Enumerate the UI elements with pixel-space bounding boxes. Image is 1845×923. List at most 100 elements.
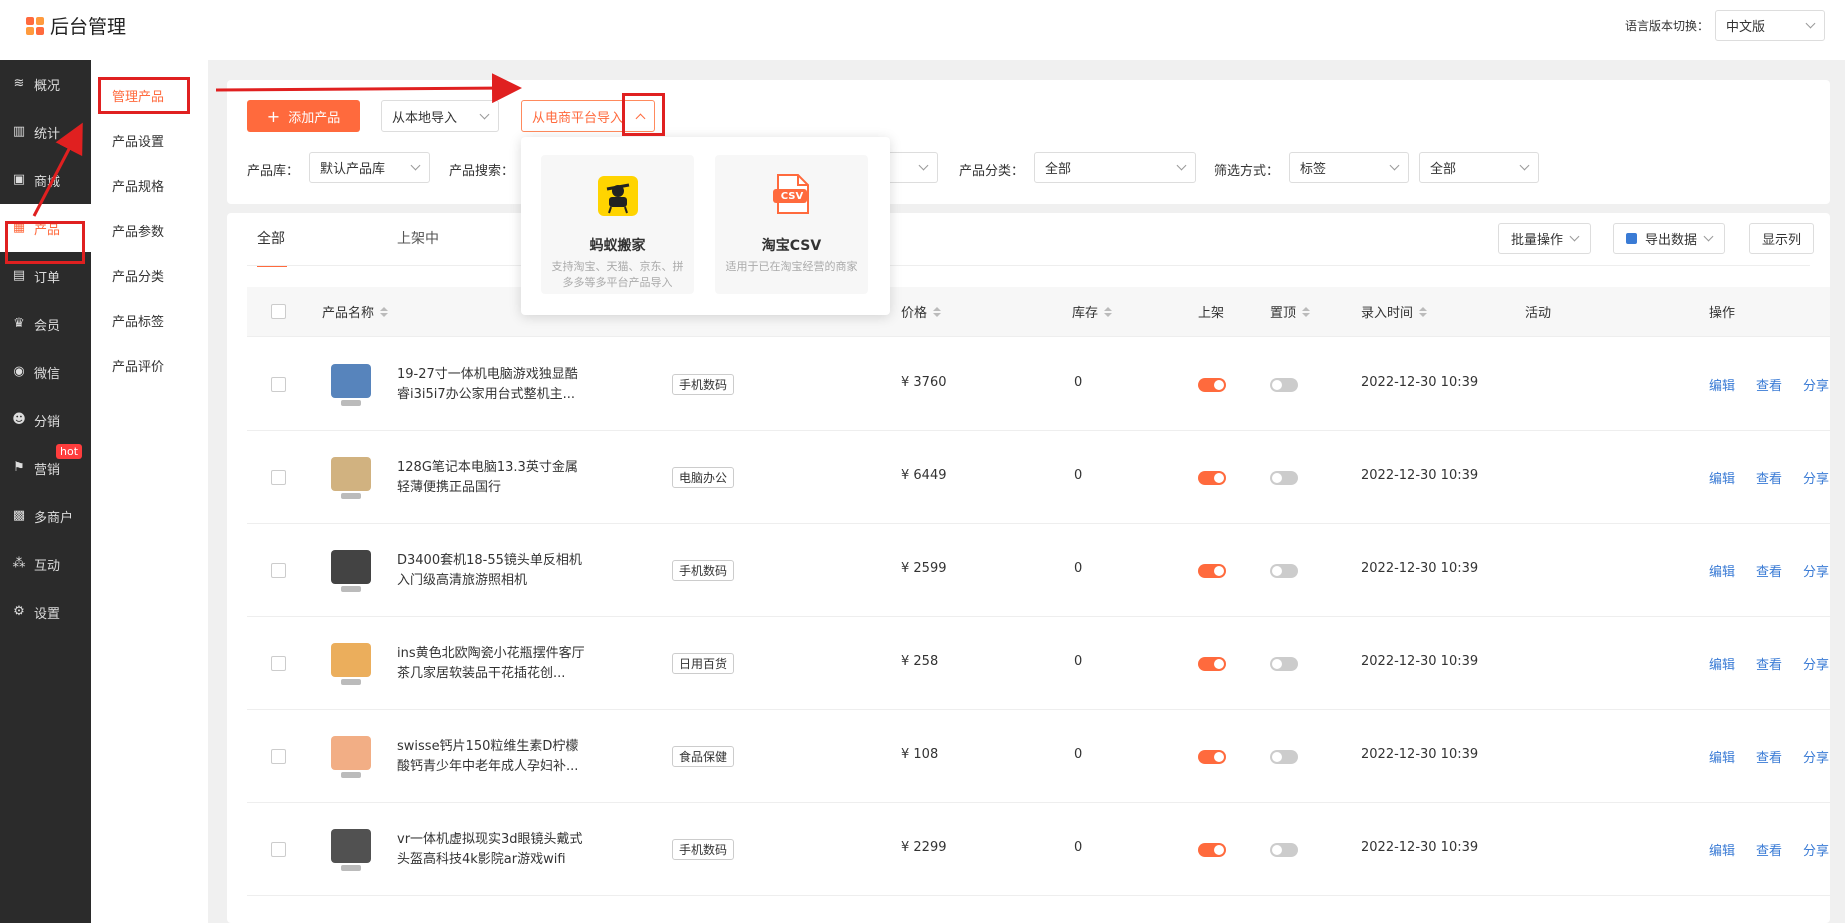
edit-link[interactable]: 编辑: [1709, 747, 1735, 766]
product-thumbnail: [325, 449, 377, 505]
table-row: swisse钙片150粒维生素D柠檬酸钙青少年中老年成人孕妇补... 食品保健 …: [247, 710, 1830, 803]
col-time[interactable]: 录入时间: [1361, 302, 1428, 321]
col-onsale: 上架: [1198, 306, 1225, 321]
sidebar-item-9[interactable]: ▩ 多商户: [0, 492, 91, 540]
share-link[interactable]: 分享: [1803, 654, 1829, 673]
share-link[interactable]: 分享: [1803, 747, 1829, 766]
chevron-down-icon: [1805, 18, 1816, 29]
category-tag: 日用百货: [672, 653, 735, 674]
onsale-toggle[interactable]: [1198, 564, 1226, 578]
subnav-item-product-specs[interactable]: 产品规格: [91, 165, 208, 210]
share-link[interactable]: 分享: [1803, 840, 1829, 859]
view-link[interactable]: 查看: [1756, 654, 1782, 673]
sidebar-item-5[interactable]: ♛ 会员: [0, 300, 91, 348]
app-logo: 后台管理: [26, 12, 126, 39]
product-name[interactable]: ins黄色北欧陶瓷小花瓶摆件客厅茶几家居软装品干花插花创...: [397, 644, 587, 684]
edit-link[interactable]: 编辑: [1709, 840, 1735, 859]
view-link[interactable]: 查看: [1756, 747, 1782, 766]
sidebar-item-7[interactable]: ☻ 分销: [0, 396, 91, 444]
subnav-item-product-tags[interactable]: 产品标签: [91, 300, 208, 345]
sidebar-item-2[interactable]: ▣ 商城: [0, 156, 91, 204]
tab-all[interactable]: 全部: [257, 213, 287, 267]
pin-top-toggle[interactable]: [1270, 843, 1298, 857]
view-link[interactable]: 查看: [1756, 561, 1782, 580]
sidebar-item-11[interactable]: ⚙ 设置: [0, 588, 91, 636]
sidebar-item-10[interactable]: ⁂ 互动: [0, 540, 91, 588]
row-checkbox[interactable]: [271, 563, 286, 578]
row-checkbox[interactable]: [271, 656, 286, 671]
sidebar-item-0[interactable]: ≋ 概况: [0, 60, 91, 108]
language-select[interactable]: 中文版: [1715, 10, 1825, 41]
pin-top-toggle[interactable]: [1270, 657, 1298, 671]
row-checkbox[interactable]: [271, 470, 286, 485]
category-tag: 手机数码: [672, 374, 735, 395]
ant-mover-card[interactable]: 蚂蚁搬家 支持淘宝、天猫、京东、拼多多等多平台产品导入: [541, 155, 694, 294]
onsale-toggle[interactable]: [1198, 843, 1226, 857]
entry-time: 2022-12-30 10:39: [1361, 561, 1479, 576]
product-name[interactable]: D3400套机18-55镜头单反相机入门级高清旅游照相机: [397, 551, 587, 591]
edit-link[interactable]: 编辑: [1709, 468, 1735, 487]
share-link[interactable]: 分享: [1803, 468, 1829, 487]
stock: 0: [1074, 561, 1083, 576]
row-checkbox[interactable]: [271, 842, 286, 857]
pin-top-toggle[interactable]: [1270, 564, 1298, 578]
app-title: 后台管理: [50, 16, 127, 38]
taobao-csv-card[interactable]: CSV 淘宝CSV 适用于已在淘宝经营的商家: [715, 155, 868, 294]
crown-icon: ♛: [13, 316, 25, 331]
show-columns-button[interactable]: 显示列: [1749, 223, 1815, 254]
pin-top-toggle[interactable]: [1270, 750, 1298, 764]
sidebar-item-6[interactable]: ◉ 微信: [0, 348, 91, 396]
batch-operation-button[interactable]: 批量操作: [1498, 223, 1592, 254]
price: ¥ 3760: [901, 375, 947, 390]
category-tag: 手机数码: [672, 839, 735, 860]
sidebar-item-8[interactable]: ⚑ 营销 hot: [0, 444, 91, 492]
subnav-item-product-params[interactable]: 产品参数: [91, 210, 208, 255]
onsale-toggle[interactable]: [1198, 471, 1226, 485]
sidebar-item-label: 概况: [34, 78, 61, 94]
row-checkbox[interactable]: [271, 377, 286, 392]
card-title: 淘宝CSV: [761, 238, 822, 254]
onsale-toggle[interactable]: [1198, 657, 1226, 671]
product-name[interactable]: 19-27寸一体机电脑游戏独显酷睿i3i5i7办公家用台式整机主...: [397, 365, 587, 405]
flag-icon: ⚑: [13, 460, 25, 475]
add-product-button[interactable]: + 添加产品: [247, 100, 360, 132]
local-import-button[interactable]: 从本地导入: [381, 100, 499, 132]
filter-value-select[interactable]: 全部: [1419, 152, 1539, 183]
sidebar-item-1[interactable]: ▥ 统计: [0, 108, 91, 156]
product-library-select[interactable]: 默认产品库: [309, 152, 430, 183]
product-name[interactable]: swisse钙片150粒维生素D柠檬酸钙青少年中老年成人孕妇补...: [397, 737, 587, 777]
pin-top-toggle[interactable]: [1270, 378, 1298, 392]
view-link[interactable]: 查看: [1756, 840, 1782, 859]
onsale-toggle[interactable]: [1198, 750, 1226, 764]
csv-badge: CSV: [780, 191, 804, 202]
view-link[interactable]: 查看: [1756, 375, 1782, 394]
chevron-down-icon: [1389, 160, 1400, 171]
chevron-down-icon: [1703, 231, 1714, 242]
row-checkbox[interactable]: [271, 749, 286, 764]
product-name[interactable]: 128G笔记本电脑13.3英寸金属轻薄便携正品国行: [397, 458, 587, 498]
subnav-item-product-settings[interactable]: 产品设置: [91, 120, 208, 165]
share-link[interactable]: 分享: [1803, 561, 1829, 580]
annotation-box-import-chevron: [622, 93, 665, 136]
subnav-item-product-reviews[interactable]: 产品评价: [91, 345, 208, 390]
tab-on-sale[interactable]: 上架中: [397, 213, 439, 265]
select-all-checkbox[interactable]: [271, 304, 286, 319]
col-top[interactable]: 置顶: [1270, 302, 1311, 321]
edit-link[interactable]: 编辑: [1709, 375, 1735, 394]
col-name[interactable]: 产品名称: [322, 302, 389, 321]
category-select[interactable]: 全部: [1034, 152, 1196, 183]
edit-link[interactable]: 编辑: [1709, 561, 1735, 580]
export-data-button[interactable]: 导出数据: [1613, 223, 1726, 254]
col-stock[interactable]: 库存: [1072, 302, 1113, 321]
pin-top-toggle[interactable]: [1270, 471, 1298, 485]
edit-link[interactable]: 编辑: [1709, 654, 1735, 673]
onsale-toggle[interactable]: [1198, 378, 1226, 392]
stock: 0: [1074, 747, 1083, 762]
share-link[interactable]: 分享: [1803, 375, 1829, 394]
filter-mode-select[interactable]: 标签: [1289, 152, 1409, 183]
entry-time: 2022-12-30 10:39: [1361, 375, 1479, 390]
product-name[interactable]: vr一体机虚拟现实3d眼镜头戴式头盔高科技4k影院ar游戏wifi: [397, 830, 587, 870]
col-price[interactable]: 价格: [901, 302, 942, 321]
view-link[interactable]: 查看: [1756, 468, 1782, 487]
subnav-item-product-category[interactable]: 产品分类: [91, 255, 208, 300]
